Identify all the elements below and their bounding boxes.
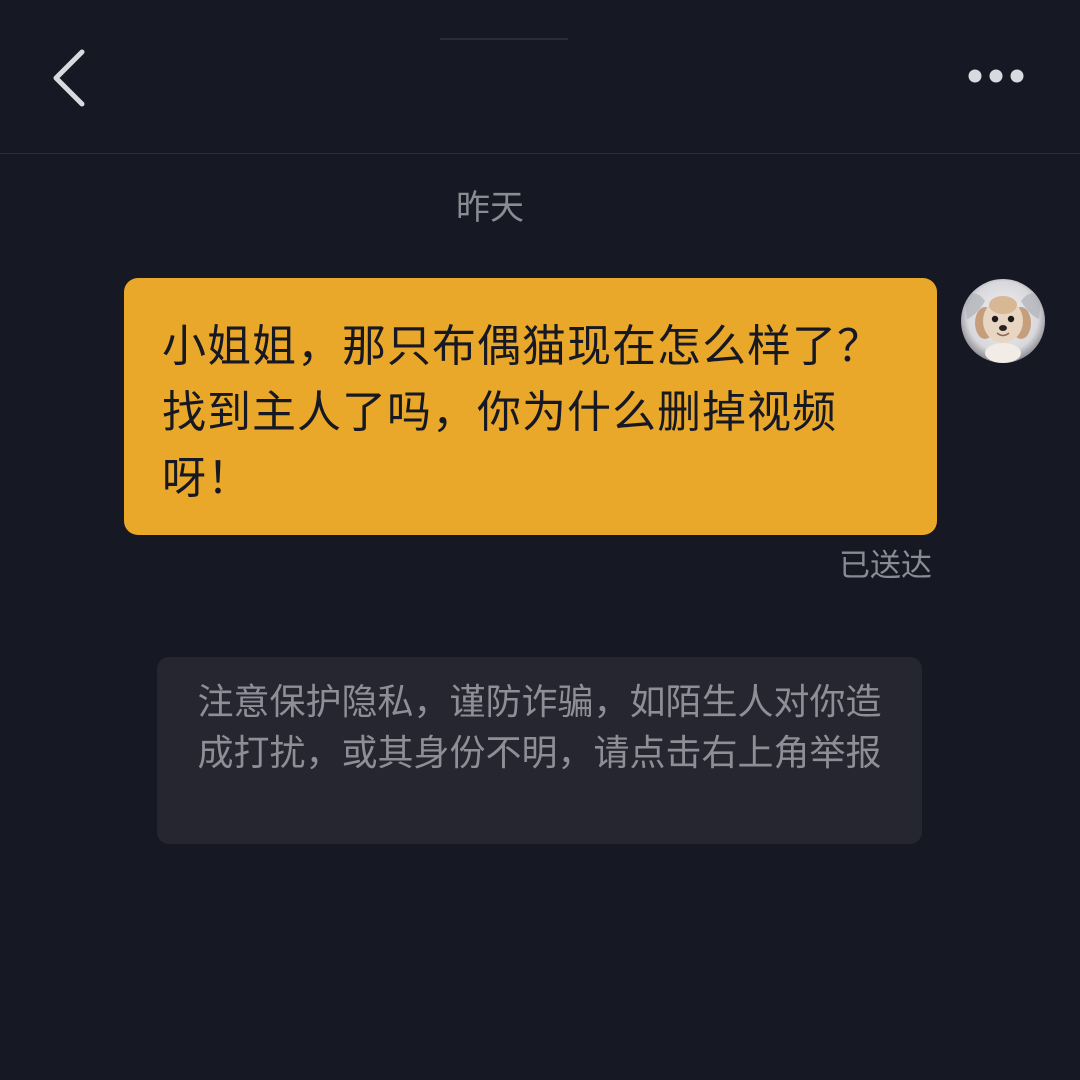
title-placeholder [440, 38, 568, 40]
more-options-button[interactable] [960, 56, 1036, 96]
privacy-notice[interactable]: 注意保护隐私，谨防诈骗，如陌生人对你造成打扰，或其身份不明，请点击右上角举报 [157, 657, 922, 844]
avatar[interactable] [961, 279, 1045, 363]
message-status: 已送达 [839, 548, 932, 584]
dog-avatar-icon [961, 279, 1045, 363]
privacy-notice-text: 注意保护隐私，谨防诈骗，如陌生人对你造成打扰，或其身份不明，请点击右上角举报 [197, 682, 882, 774]
chat-header [0, 0, 1080, 154]
date-separator: 昨天 [456, 188, 524, 228]
outgoing-message-bubble[interactable]: 小姐姐，那只布偶猫现在怎么样了？找到主人了吗，你为什么删掉视频呀！ [124, 278, 937, 535]
message-text: 小姐姐，那只布偶猫现在怎么样了？找到主人了吗，你为什么删掉视频呀！ [162, 321, 882, 504]
back-button[interactable] [40, 40, 110, 116]
more-horizontal-icon [968, 69, 1024, 83]
chevron-left-icon [53, 49, 85, 107]
